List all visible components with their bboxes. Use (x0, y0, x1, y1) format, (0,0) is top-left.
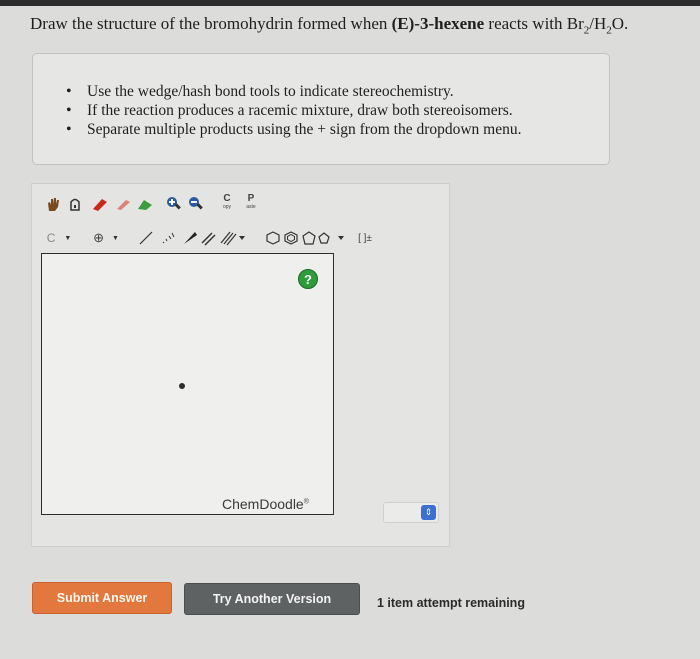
instruction-item: Use the wedge/hash bond tools to indicat… (66, 82, 521, 101)
instruction-item: If the reaction produces a racemic mixtu… (66, 101, 521, 120)
product-select-dropdown[interactable]: ⇕ (383, 502, 439, 523)
compound-name: (E)-3-hexene (391, 14, 485, 33)
cyclopentane-ring-icon[interactable] (302, 231, 316, 245)
question-text: Draw the structure of the bromohydrin fo… (30, 14, 629, 37)
template-tool-icon[interactable] (136, 196, 154, 212)
top-bar (0, 0, 700, 6)
lasso-tool-icon[interactable] (68, 196, 82, 212)
chevron-down-icon (239, 236, 245, 240)
eraser-icon[interactable] (92, 197, 108, 211)
ring-dropdown[interactable] (318, 231, 348, 245)
paste-button[interactable]: Paste (240, 191, 262, 215)
updown-arrows-icon: ⇕ (421, 505, 436, 520)
pen-tool-icon[interactable] (116, 197, 132, 211)
zoom-out-icon[interactable] (188, 196, 204, 212)
benzene-ring-icon[interactable] (284, 231, 298, 245)
instructions-list: Use the wedge/hash bond tools to indicat… (66, 82, 522, 139)
wedge-bond-icon[interactable] (182, 230, 198, 246)
hand-tool-icon[interactable] (46, 196, 60, 212)
element-select-dropdown[interactable]: C ▼ (40, 229, 78, 247)
canvas-dot (179, 383, 185, 389)
cyclohexane-ring-icon[interactable] (266, 231, 280, 245)
zoom-in-icon[interactable] (166, 196, 182, 212)
drawing-canvas[interactable] (41, 253, 334, 515)
attempts-remaining-text: 1 item attempt remaining (377, 596, 525, 610)
copy-button[interactable]: Copy (216, 191, 238, 215)
single-bond-icon[interactable] (138, 230, 154, 246)
chemdoodle-brand: ChemDoodle® (222, 496, 309, 512)
instructions-box: Use the wedge/hash bond tools to indicat… (32, 53, 610, 165)
try-another-version-button[interactable]: Try Another Version (184, 583, 360, 615)
chevron-down-icon: ▼ (111, 234, 119, 242)
charge-dropdown[interactable]: ⊕ ▼ (86, 229, 126, 247)
double-bond-icon[interactable] (200, 230, 216, 246)
chevron-down-icon (338, 236, 344, 240)
triple-bond-dropdown[interactable] (220, 230, 246, 246)
hash-bond-icon[interactable] (160, 230, 176, 246)
help-button[interactable]: ? (298, 269, 318, 289)
submit-button[interactable]: Submit Answer (32, 582, 172, 614)
bracket-tool[interactable]: [ ]± (350, 229, 380, 247)
instruction-item: Separate multiple products using the + s… (66, 120, 522, 139)
chevron-down-icon: ▼ (64, 234, 72, 242)
